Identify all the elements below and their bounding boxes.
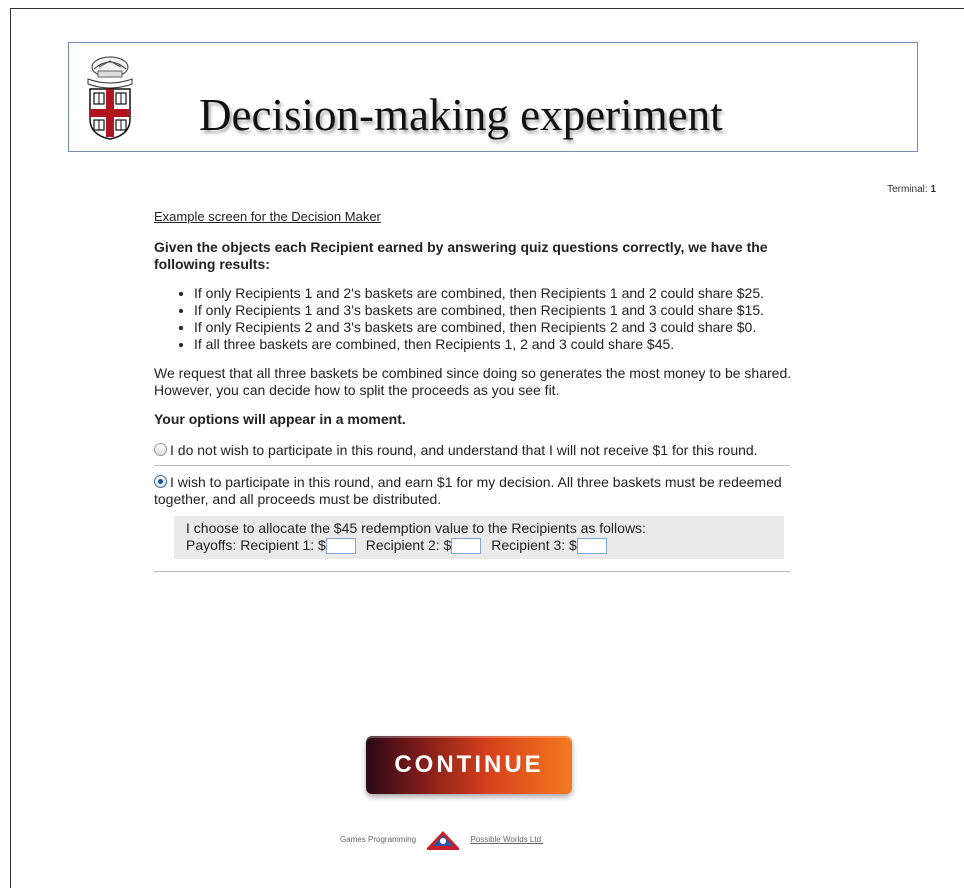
header-banner: Decision-making experiment — [68, 42, 918, 152]
decline-radio[interactable] — [154, 443, 167, 456]
results-intro: Given the objects each Recipient earned … — [154, 239, 768, 272]
terminal-number: 1 — [930, 184, 936, 195]
example-screen-heading: Example screen for the Decision Maker — [154, 209, 381, 224]
recipient2-payoff-input[interactable] — [451, 538, 482, 554]
result-item-1-3: If only Recipients 1 and 3's baskets are… — [194, 302, 794, 319]
payoffs-label: Payoffs: — [186, 537, 237, 553]
option-participate[interactable]: I wish to participate in this round, and… — [154, 474, 794, 565]
possible-worlds-logo-icon — [427, 831, 460, 850]
decline-label: I do not wish to participate in this rou… — [170, 442, 758, 458]
main-content: Example screen for the Decision Maker Gi… — [154, 208, 794, 572]
bottom-divider — [154, 571, 790, 572]
option-decline[interactable]: I do not wish to participate in this rou… — [154, 442, 794, 465]
page-title: Decision-making experiment — [199, 90, 723, 140]
result-item-1-2: If only Recipients 1 and 2's baskets are… — [194, 285, 794, 302]
participate-label: I wish to participate in this round, and… — [154, 474, 782, 507]
results-list: If only Recipients 1 and 2's baskets are… — [154, 285, 794, 353]
participate-radio[interactable] — [154, 475, 167, 488]
terminal-indicator: Terminal: 1 — [887, 184, 936, 195]
allocation-panel: I choose to allocate the $45 redemption … — [174, 516, 784, 559]
combine-request: We request that all three baskets be com… — [154, 365, 792, 398]
recipient2-label: Recipient 2: $ — [365, 537, 452, 553]
recipient3-label: Recipient 3: $ — [491, 537, 577, 553]
possible-worlds-link[interactable]: Possible Worlds Ltd. — [471, 835, 544, 844]
option-divider — [154, 465, 790, 466]
result-item-all: If all three baskets are combined, then … — [194, 336, 794, 353]
result-item-2-3: If only Recipients 2 and 3's baskets are… — [194, 319, 794, 336]
continue-button[interactable]: CONTINUE — [366, 736, 572, 794]
recipient1-label: Recipient 1: $ — [240, 537, 326, 553]
options-note: Your options will appear in a moment. — [154, 411, 406, 427]
terminal-label: Terminal: — [887, 184, 928, 195]
footer-text: Games Programming — [340, 835, 417, 845]
recipient3-payoff-input[interactable] — [576, 538, 607, 554]
payoffs-row: Payoffs: Recipient 1: $ Recipient 2: $ R… — [186, 537, 776, 554]
university-crest-icon — [87, 56, 133, 140]
allocation-instruction: I choose to allocate the $45 redemption … — [186, 520, 646, 536]
footer: Games Programming Possible Worlds Ltd. — [340, 830, 543, 850]
recipient1-payoff-input[interactable] — [325, 538, 356, 554]
